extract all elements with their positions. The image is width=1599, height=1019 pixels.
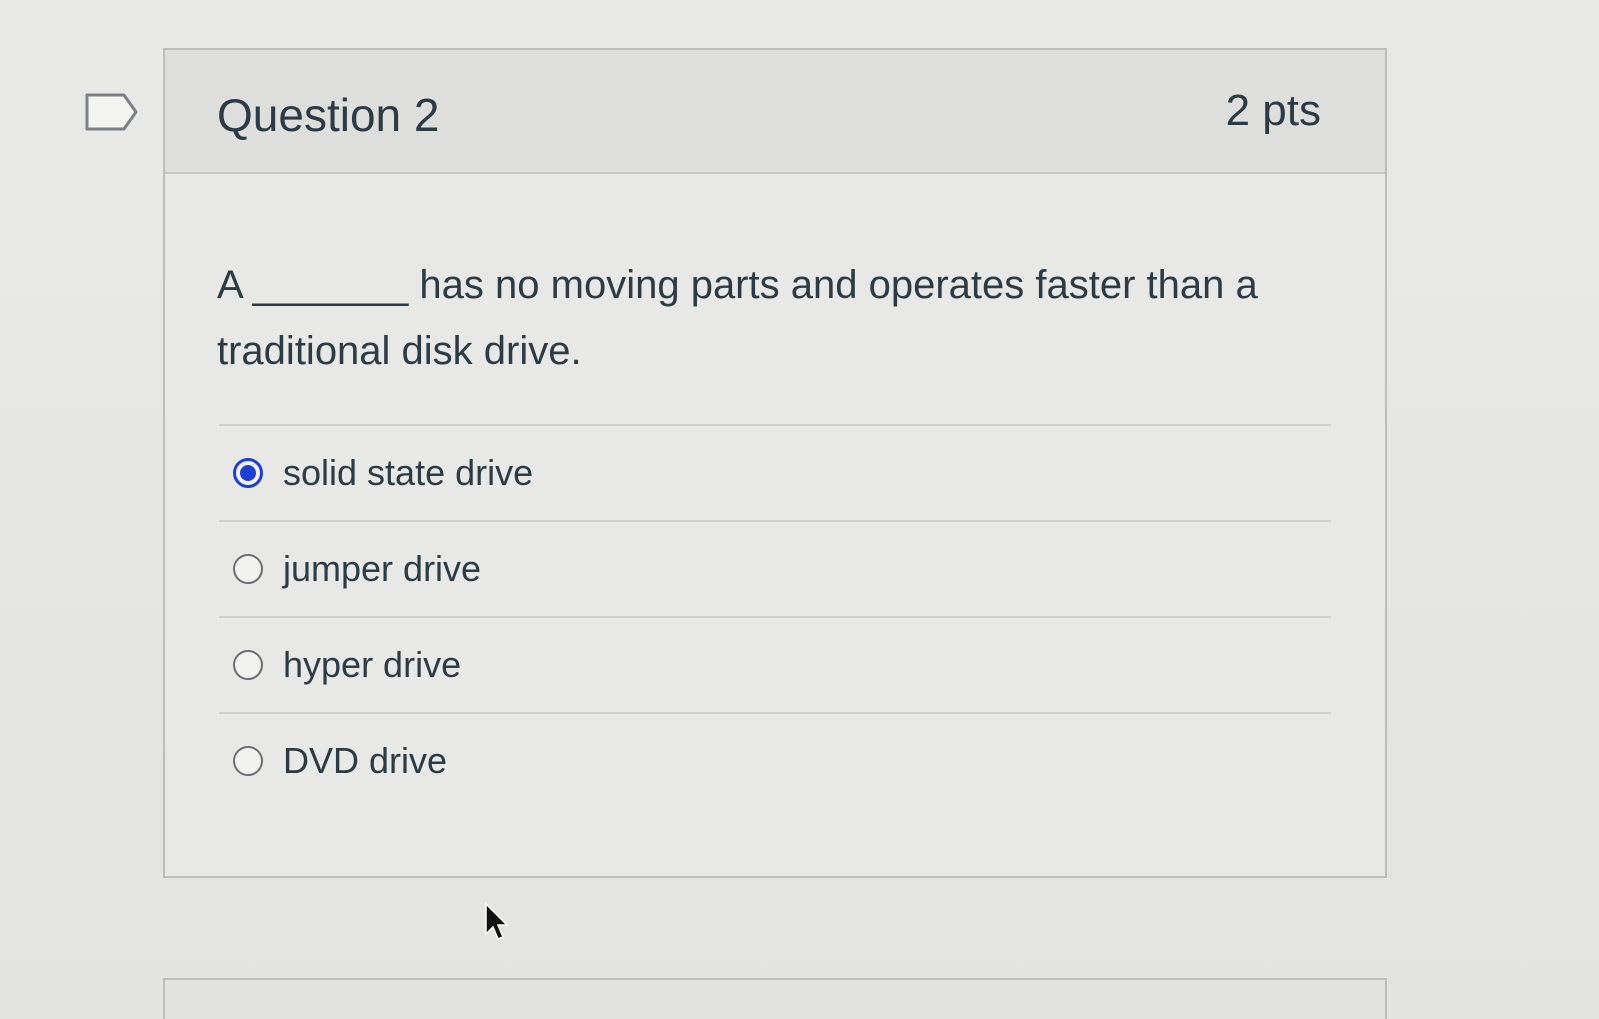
answer-option[interactable]: jumper drive: [219, 520, 1331, 616]
answer-list: solid state drive jumper drive hyper dri…: [219, 424, 1331, 808]
radio-button[interactable]: [233, 746, 263, 776]
answer-option[interactable]: hyper drive: [219, 616, 1331, 712]
flag-icon[interactable]: [84, 92, 140, 132]
answer-option[interactable]: solid state drive: [219, 424, 1331, 520]
radio-button[interactable]: [233, 650, 263, 680]
answer-label: hyper drive: [283, 644, 462, 685]
answer-option[interactable]: DVD drive: [219, 712, 1331, 808]
quiz-page: Question 2 2 pts A _______ has no moving…: [0, 0, 1599, 1019]
question-title: Question 2: [217, 89, 440, 141]
question-points: 2 pts: [1225, 86, 1321, 135]
answer-label: solid state drive: [283, 452, 534, 493]
answer-label: DVD drive: [283, 740, 448, 781]
next-question-card: [163, 978, 1387, 1019]
question-text: A _______ has no moving parts and operat…: [217, 263, 1258, 373]
question-card: Question 2 2 pts A _______ has no moving…: [163, 48, 1387, 878]
radio-button[interactable]: [233, 554, 263, 584]
question-header: Question 2 2 pts: [165, 50, 1385, 174]
radio-button-selected[interactable]: [233, 458, 263, 488]
mouse-pointer-icon: [485, 902, 509, 940]
answer-label: jumper drive: [283, 548, 482, 589]
